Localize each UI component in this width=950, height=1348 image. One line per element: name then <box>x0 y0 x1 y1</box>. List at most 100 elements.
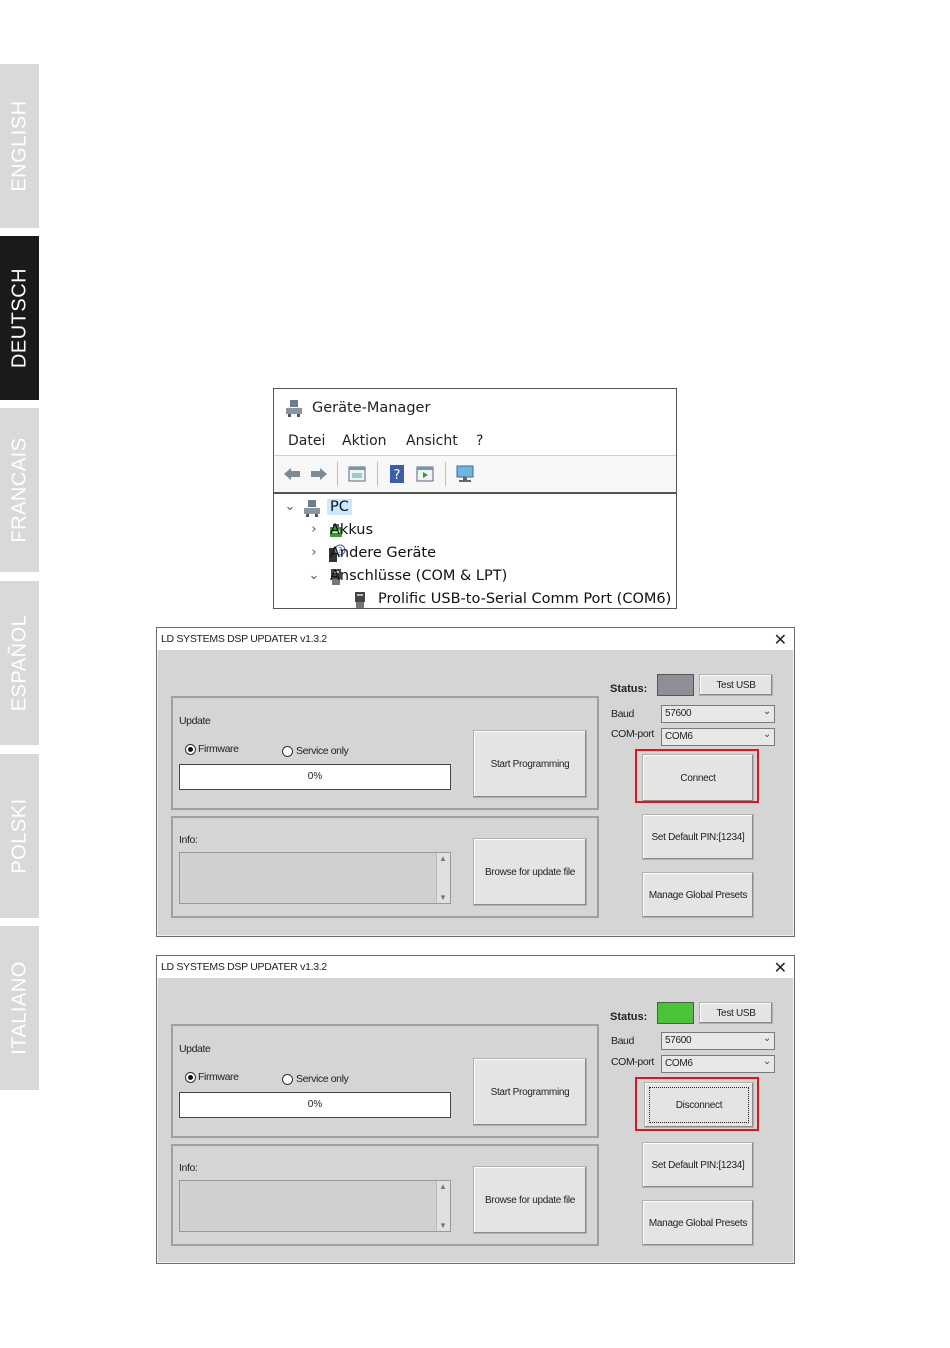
chevron-down-icon[interactable]: ⌄ <box>308 568 320 583</box>
update-group: Update Firmware Service only 0% Start Pr… <box>171 1024 599 1138</box>
lang-tab-label: DEUTSCH <box>8 267 30 369</box>
service-only-radio[interactable] <box>282 1074 293 1085</box>
window-titlebar: LD SYSTEMS DSP UPDATER v1.3.2 ✕ <box>157 628 794 650</box>
info-scrollbar[interactable]: ▲ ▼ <box>436 1181 450 1231</box>
lang-tab-francais[interactable]: FRANCAIS <box>0 408 39 572</box>
back-arrow-icon[interactable] <box>282 464 302 484</box>
toolbar-divider <box>377 462 378 486</box>
tree-node-anschluesse[interactable]: ⌄ Anschlüsse (COM & LPT) <box>308 566 648 588</box>
toolbar-divider <box>337 462 338 486</box>
com-port-value: COM6 <box>665 731 693 742</box>
lang-tab-label: FRANCAIS <box>8 437 30 543</box>
manage-global-presets-button[interactable]: Manage Global Presets <box>642 872 754 918</box>
status-indicator <box>657 674 694 696</box>
chevron-right-icon[interactable]: › <box>308 545 320 560</box>
tree-label-akkus: Akkus <box>330 522 374 538</box>
chevron-down-icon: ⌄ <box>762 706 771 717</box>
menu-ansicht[interactable]: Ansicht <box>406 433 458 449</box>
chevron-down-icon: ⌄ <box>762 1033 771 1044</box>
menu-bar: Datei Aktion Ansicht ? <box>274 427 676 456</box>
status-label: Status: <box>610 1011 648 1023</box>
scroll-up-icon[interactable]: ▲ <box>439 1182 447 1191</box>
computer-icon <box>304 500 320 517</box>
lang-tab-label: POLSKI <box>8 798 30 874</box>
chevron-down-icon: ⌄ <box>762 1056 771 1067</box>
update-progress-bar: 0% <box>179 1092 451 1118</box>
scroll-up-icon[interactable]: ▲ <box>439 854 447 863</box>
tree-node-akkus[interactable]: › Akkus <box>308 520 648 542</box>
lang-tab-deutsch[interactable]: DEUTSCH <box>0 236 39 400</box>
toolbar-divider <box>445 462 446 486</box>
baud-select[interactable]: 57600 ⌄ <box>661 705 775 723</box>
update-label: Update <box>179 1043 211 1055</box>
set-default-pin-button[interactable]: Set Default PIN:[1234] <box>642 814 754 860</box>
manage-global-presets-button[interactable]: Manage Global Presets <box>642 1200 754 1246</box>
svg-text:?: ? <box>394 468 401 483</box>
service-only-radio-label: Service only <box>296 745 349 757</box>
lang-tab-label: ENGLISH <box>8 100 30 192</box>
com-port-label: COM-port <box>611 1056 654 1068</box>
com-port-select[interactable]: COM6 ⌄ <box>661 728 775 746</box>
baud-label: Baud <box>611 708 634 720</box>
lang-tab-espanol[interactable]: ESPAÑOL <box>0 581 39 745</box>
menu-aktion[interactable]: Aktion <box>342 433 387 449</box>
lang-tab-italiano[interactable]: ITALIANO <box>0 926 39 1090</box>
lang-tab-label: ITALIANO <box>8 961 30 1055</box>
updater-window-disconnect: LD SYSTEMS DSP UPDATER v1.3.2 ✕ Update F… <box>156 955 795 1264</box>
update-group: Update Firmware Service only 0% Start Pr… <box>171 696 599 810</box>
lang-tab-label: ESPAÑOL <box>8 614 30 712</box>
baud-value: 57600 <box>665 708 692 719</box>
device-manager-titlebar: Geräte-Manager <box>274 389 676 427</box>
menu-help[interactable]: ? <box>476 433 483 449</box>
test-usb-button[interactable]: Test USB <box>699 674 773 696</box>
firmware-radio-label: Firmware <box>198 1071 239 1083</box>
start-programming-button[interactable]: Start Programming <box>473 730 587 798</box>
baud-select[interactable]: 57600 ⌄ <box>661 1032 775 1050</box>
tree-label-pc: PC <box>327 499 352 515</box>
start-programming-button[interactable]: Start Programming <box>473 1058 587 1126</box>
properties-icon[interactable] <box>347 464 367 484</box>
browse-update-file-button[interactable]: Browse for update file <box>473 1166 587 1234</box>
close-icon[interactable]: ✕ <box>774 630 787 650</box>
run-icon[interactable] <box>415 464 435 484</box>
info-scrollbar[interactable]: ▲ ▼ <box>436 853 450 903</box>
tree-node-prolific-port[interactable]: Prolific USB-to-Serial Comm Port (COM6) <box>332 589 672 608</box>
info-group: Info: ▲ ▼ Browse for update file <box>171 816 599 918</box>
set-default-pin-button[interactable]: Set Default PIN:[1234] <box>642 1142 754 1188</box>
update-label: Update <box>179 715 211 727</box>
info-textarea[interactable]: ▲ ▼ <box>179 852 451 904</box>
help-icon[interactable]: ? <box>387 464 407 484</box>
device-manager-icon <box>286 400 302 417</box>
chevron-down-icon[interactable]: ⌄ <box>284 499 296 514</box>
forward-arrow-icon[interactable] <box>309 464 329 484</box>
tree-label-prolific-port: Prolific USB-to-Serial Comm Port (COM6) <box>378 591 672 607</box>
baud-label: Baud <box>611 1035 634 1047</box>
device-manager-window: Geräte-Manager Datei Aktion Ansicht ? ? … <box>273 388 677 609</box>
scroll-down-icon[interactable]: ▼ <box>439 1221 447 1230</box>
service-only-radio[interactable] <box>282 746 293 757</box>
lang-tab-english[interactable]: ENGLISH <box>0 64 39 228</box>
tree-node-andere-geraete[interactable]: › ? Andere Geräte <box>308 543 648 565</box>
toolbar: ? <box>274 456 676 494</box>
firmware-radio[interactable] <box>185 1072 196 1083</box>
chevron-right-icon[interactable]: › <box>308 522 320 537</box>
close-icon[interactable]: ✕ <box>774 958 787 978</box>
com-port-select[interactable]: COM6 ⌄ <box>661 1055 775 1073</box>
lang-tab-polski[interactable]: POLSKI <box>0 754 39 918</box>
firmware-radio[interactable] <box>185 744 196 755</box>
info-label: Info: <box>179 1162 198 1174</box>
status-label: Status: <box>610 683 648 695</box>
baud-value: 57600 <box>665 1035 692 1046</box>
scroll-down-icon[interactable]: ▼ <box>439 893 447 902</box>
info-textarea[interactable]: ▲ ▼ <box>179 1180 451 1232</box>
menu-datei[interactable]: Datei <box>288 433 325 449</box>
tree-label-anschluesse: Anschlüsse (COM & LPT) <box>330 568 508 584</box>
scan-hardware-icon[interactable] <box>455 464 475 484</box>
browse-update-file-button[interactable]: Browse for update file <box>473 838 587 906</box>
port-icon <box>355 592 365 608</box>
updater-window-connect: LD SYSTEMS DSP UPDATER v1.3.2 ✕ Update F… <box>156 627 795 937</box>
tree-node-pc[interactable]: ⌄ PC <box>284 497 664 519</box>
test-usb-button[interactable]: Test USB <box>699 1002 773 1024</box>
red-highlight-box <box>635 749 759 803</box>
red-highlight-box <box>635 1077 759 1131</box>
